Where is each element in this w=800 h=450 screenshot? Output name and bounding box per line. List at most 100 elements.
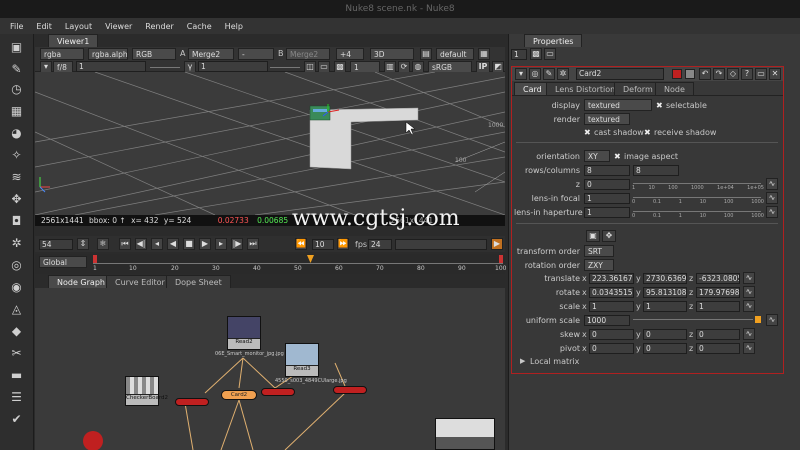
receive-shadow-checkbox[interactable]: ✖ bbox=[644, 128, 651, 137]
menu-edit[interactable]: Edit bbox=[36, 22, 52, 31]
play-forward-icon[interactable]: ▶ bbox=[199, 238, 211, 250]
translate-y-field[interactable]: 2730.63696 bbox=[643, 273, 687, 284]
paint-brush-icon[interactable]: ✎ bbox=[543, 68, 555, 80]
local-matrix-label[interactable]: Local matrix bbox=[530, 357, 579, 366]
skip-back-icon[interactable]: ⏪ bbox=[295, 238, 307, 250]
uniform-scale-slider[interactable] bbox=[633, 319, 753, 320]
colorspace-dropdown[interactable]: RGB bbox=[132, 48, 176, 60]
transform-node-2[interactable] bbox=[261, 388, 295, 396]
merge-icon[interactable]: ≋ bbox=[9, 170, 24, 185]
increment-field[interactable]: 10 bbox=[312, 239, 334, 250]
gear-icon[interactable]: ✲ bbox=[557, 68, 569, 80]
range-mode-dropdown[interactable]: Global bbox=[39, 256, 87, 268]
loop-mode-icon[interactable]: ▶ bbox=[491, 238, 503, 250]
redo-icon[interactable]: ↷ bbox=[713, 68, 725, 80]
gl-color-swatch[interactable] bbox=[685, 69, 695, 79]
tab-node[interactable]: Node bbox=[655, 82, 694, 95]
input-b-dropdown[interactable]: Merge2 bbox=[286, 48, 330, 60]
playback-range-field[interactable] bbox=[395, 239, 487, 250]
tab-curve-editor[interactable]: Curve Editor bbox=[106, 275, 174, 288]
columns-field[interactable]: 8 bbox=[633, 165, 679, 176]
side-read-node[interactable] bbox=[435, 418, 495, 450]
lock-icon[interactable]: ▤ bbox=[420, 48, 432, 60]
image-icon[interactable]: ▣ bbox=[9, 40, 24, 55]
skew-x-field[interactable]: 0 bbox=[589, 329, 634, 340]
menu-help[interactable]: Help bbox=[225, 22, 243, 31]
uniform-scale-animation-icon[interactable]: ∿ bbox=[766, 314, 778, 326]
display-dropdown[interactable]: textured bbox=[584, 99, 652, 111]
skew-animation-icon[interactable]: ∿ bbox=[743, 328, 755, 340]
rows-field[interactable]: 8 bbox=[584, 165, 630, 176]
fps-field[interactable]: 24 bbox=[368, 239, 392, 250]
lens-focal-slider[interactable] bbox=[633, 197, 761, 198]
menu-render[interactable]: Render bbox=[145, 22, 173, 31]
float-icon[interactable]: ▭ bbox=[755, 68, 767, 80]
menu-cache[interactable]: Cache bbox=[187, 22, 212, 31]
lens-haperture-animation-icon[interactable]: ∿ bbox=[766, 206, 778, 218]
max-panels-field[interactable]: 1 bbox=[511, 49, 527, 60]
menu-file[interactable]: File bbox=[10, 22, 23, 31]
local-matrix-expand-icon[interactable]: ▶ bbox=[520, 357, 525, 365]
scale-animation-icon[interactable]: ∿ bbox=[743, 300, 755, 312]
scale-x-field[interactable]: 1 bbox=[589, 301, 634, 312]
lens-focal-animation-icon[interactable]: ∿ bbox=[766, 192, 778, 204]
next-frame-icon[interactable]: ▸ bbox=[215, 238, 227, 250]
undo-icon[interactable]: ↶ bbox=[699, 68, 711, 80]
uniform-scale-handle[interactable] bbox=[755, 316, 761, 323]
deep-icon[interactable]: ◉ bbox=[9, 280, 24, 295]
frame-field[interactable]: 54 bbox=[39, 239, 73, 250]
card2-node[interactable]: Card2 bbox=[221, 390, 257, 400]
lens-haperture-slider[interactable] bbox=[633, 211, 761, 212]
help-icon[interactable]: ? bbox=[741, 68, 753, 80]
transform-icon[interactable]: ✥ bbox=[9, 192, 24, 207]
node-name-field[interactable]: Card2 bbox=[576, 68, 664, 80]
skew-y-field[interactable]: 0 bbox=[643, 329, 687, 340]
playhead[interactable] bbox=[307, 255, 314, 263]
next-keyframe-icon[interactable]: |▶ bbox=[231, 238, 243, 250]
ocula-icon[interactable]: ☰ bbox=[9, 390, 24, 405]
snowflake-icon[interactable]: ❄ bbox=[97, 238, 109, 250]
in-point-marker[interactable] bbox=[93, 255, 97, 263]
uniform-scale-field[interactable]: 1000 bbox=[584, 315, 630, 326]
checkerboard-node[interactable]: CheckerBoard2 bbox=[125, 376, 168, 406]
pivot-z-field[interactable]: 0 bbox=[696, 343, 740, 354]
frame-lock-icon[interactable]: ⇕ bbox=[77, 238, 89, 250]
revert-icon[interactable]: ◇ bbox=[727, 68, 739, 80]
tab-dope-sheet[interactable]: Dope Sheet bbox=[166, 275, 231, 288]
tab-lens-distortion[interactable]: Lens Distortion bbox=[546, 82, 625, 95]
pivot-animation-icon[interactable]: ∿ bbox=[743, 342, 755, 354]
out-point-marker[interactable] bbox=[499, 255, 503, 263]
node-graph[interactable]: Read2 06E_Smart_monitor_jpg.jpg Read3 45… bbox=[35, 288, 505, 450]
scene-node[interactable] bbox=[83, 431, 103, 450]
rotate-y-field[interactable]: 95.8131082 bbox=[643, 287, 687, 298]
lens-focal-field[interactable]: 1 bbox=[584, 193, 630, 204]
lens-haperture-field[interactable]: 1 bbox=[584, 207, 630, 218]
transform-node-1[interactable] bbox=[175, 398, 209, 406]
lock-panels-icon[interactable]: ▩ bbox=[530, 48, 542, 60]
close-icon[interactable]: ✕ bbox=[769, 68, 781, 80]
filter-icon[interactable]: ✧ bbox=[9, 148, 24, 163]
gain-field[interactable]: 1 bbox=[76, 61, 146, 72]
rotate-z-field[interactable]: 179.976987 bbox=[696, 287, 740, 298]
goto-start-icon[interactable]: ⏮ bbox=[119, 238, 131, 250]
translate-z-field[interactable]: -6323.08056 bbox=[696, 273, 740, 284]
other-icon[interactable]: ✂ bbox=[9, 346, 24, 361]
pivot-y-field[interactable]: 0 bbox=[643, 343, 687, 354]
scale-z-field[interactable]: 1 bbox=[696, 301, 740, 312]
gamma-field[interactable]: 1 bbox=[198, 61, 268, 72]
gamma-slider[interactable] bbox=[270, 67, 300, 68]
toolsets-icon[interactable]: ◆ bbox=[9, 324, 24, 339]
scale-y-field[interactable]: 1 bbox=[643, 301, 687, 312]
zoom-dropdown[interactable]: +4 bbox=[336, 48, 364, 60]
operation-dropdown[interactable]: - bbox=[238, 48, 274, 60]
time-icon[interactable]: ◷ bbox=[9, 82, 24, 97]
prev-keyframe-icon[interactable]: ◀| bbox=[135, 238, 147, 250]
color-icon[interactable]: ◕ bbox=[9, 126, 24, 141]
views-icon[interactable]: ◎ bbox=[9, 258, 24, 273]
translate-x-field[interactable]: 223.361679 bbox=[589, 273, 634, 284]
image-aspect-checkbox[interactable]: ✖ bbox=[614, 152, 621, 161]
check-icon[interactable]: ✔ bbox=[9, 412, 24, 427]
selectable-checkbox[interactable]: ✖ bbox=[656, 101, 663, 110]
view-mode-dropdown[interactable]: 3D bbox=[370, 48, 414, 60]
viewer-canvas[interactable]: 1000 100 bbox=[35, 72, 505, 215]
